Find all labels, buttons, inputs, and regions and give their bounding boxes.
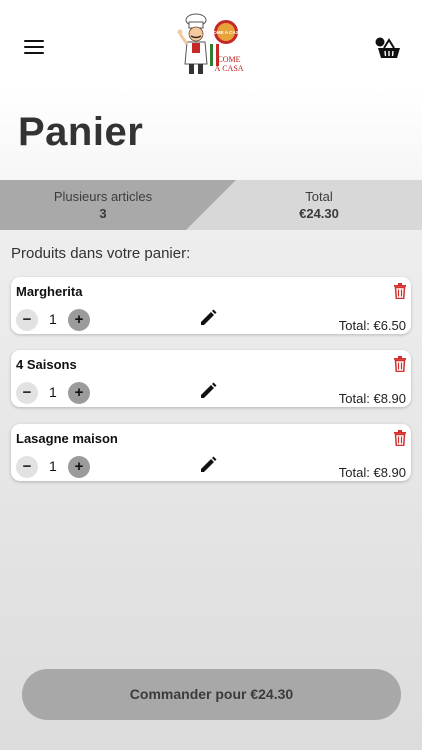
summary-total-label: Total xyxy=(305,189,333,204)
quantity-value: 1 xyxy=(49,384,57,400)
cart-item-total: Total: €6.50 xyxy=(338,318,406,333)
quantity-value: 1 xyxy=(49,458,57,474)
cart-summary-bar: Plusieurs articles 3 Total €24.30 xyxy=(0,180,422,230)
pencil-edit-icon[interactable] xyxy=(199,382,217,400)
place-order-button[interactable]: Commander pour €24.30 xyxy=(22,669,401,720)
trash-icon[interactable] xyxy=(393,356,407,372)
menu-line xyxy=(24,52,44,54)
summary-total-value: €24.30 xyxy=(299,206,339,221)
quantity-increase-button[interactable]: + xyxy=(68,309,90,331)
title-band: Panier xyxy=(0,88,422,180)
summary-count-label: Plusieurs articles xyxy=(53,189,153,204)
quantity-decrease-button[interactable]: − xyxy=(16,382,38,404)
quantity-value: 1 xyxy=(49,311,57,327)
cart-item-total: Total: €8.90 xyxy=(338,465,406,480)
cart-item: Lasagne maison − 1 + Total: €8.90 xyxy=(11,424,411,481)
cart-item: Margherita − 1 + Total: €6.50 xyxy=(11,277,411,334)
menu-line xyxy=(24,40,44,42)
cart-item-name: Lasagne maison xyxy=(16,431,118,446)
cart-item: 4 Saisons − 1 + Total: €8.90 xyxy=(11,350,411,407)
cart-item-total: Total: €8.90 xyxy=(338,391,406,406)
page-title: Panier xyxy=(18,110,144,154)
app-header: COME A CASA COME À CASA xyxy=(0,0,422,88)
pencil-edit-icon[interactable] xyxy=(199,456,217,474)
quantity-decrease-button[interactable]: − xyxy=(16,309,38,331)
cart-item-name: Margherita xyxy=(16,284,83,299)
summary-count-value: 3 xyxy=(99,206,107,221)
hamburger-menu-icon[interactable] xyxy=(24,40,44,54)
logo-brand-line1: COME xyxy=(217,55,240,64)
restaurant-logo: COME A CASA COME À CASA xyxy=(177,13,244,74)
logo-badge-text: COME A CASA xyxy=(210,30,242,35)
cart-item-name: 4 Saisons xyxy=(16,357,77,372)
cart-section-label: Produits dans votre panier: xyxy=(11,245,191,262)
summary-count: Plusieurs articles 3 xyxy=(0,189,206,221)
quantity-increase-button[interactable]: + xyxy=(68,456,90,478)
trash-icon[interactable] xyxy=(393,283,407,299)
trash-icon[interactable] xyxy=(393,430,407,446)
quantity-increase-button[interactable]: + xyxy=(68,382,90,404)
summary-total: Total €24.30 xyxy=(236,189,402,221)
pencil-edit-icon[interactable] xyxy=(199,309,217,327)
shopping-basket-icon[interactable] xyxy=(374,36,404,60)
logo-brand-line2: À CASA xyxy=(214,63,243,73)
quantity-decrease-button[interactable]: − xyxy=(16,456,38,478)
menu-line xyxy=(24,46,44,48)
